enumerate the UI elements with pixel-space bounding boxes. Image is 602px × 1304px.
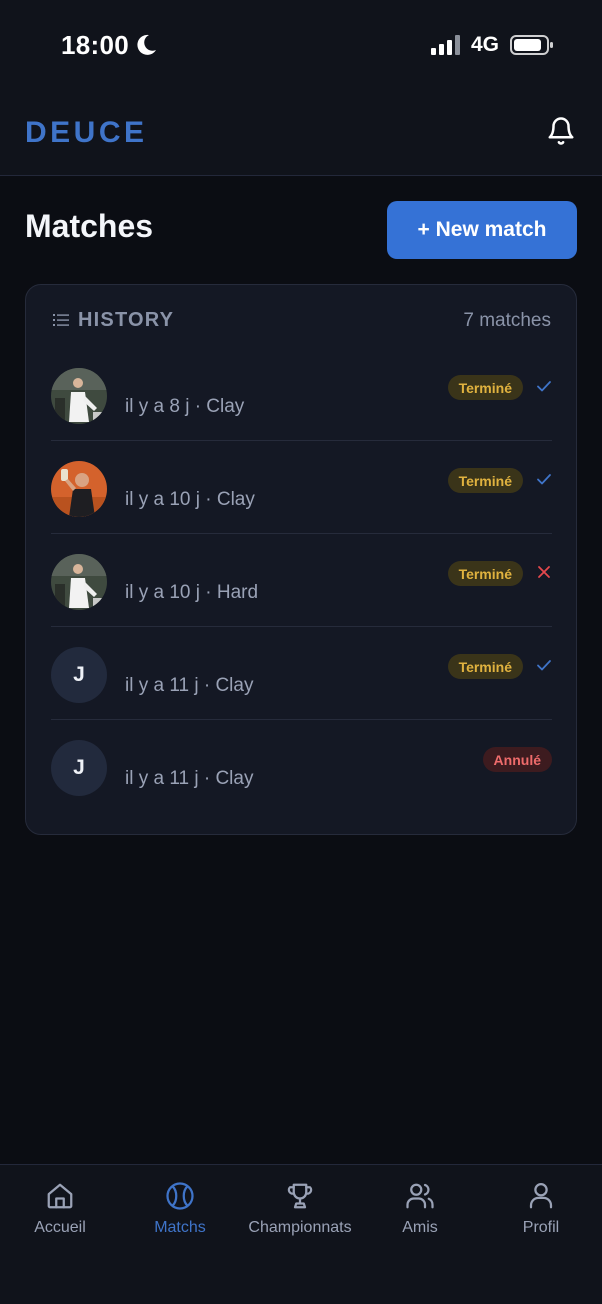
- check-icon: [537, 660, 551, 671]
- history-title: HISTORY: [78, 309, 175, 331]
- nav-item-championnats[interactable]: Championnats: [240, 1181, 360, 1257]
- nav-label: Championnats: [248, 1219, 352, 1236]
- network-label: 4G: [471, 33, 500, 56]
- avatar-initial: J: [51, 647, 107, 703]
- signal-icon: [431, 35, 460, 55]
- history-card: HISTORY 7 matches il y a 8 j · Clay Term…: [25, 284, 577, 835]
- nav-label: Accueil: [34, 1219, 86, 1236]
- status-badge: Terminé: [447, 654, 523, 679]
- match-row[interactable]: J il y a 11 j · Clay Terminé: [51, 627, 552, 720]
- nav-label: Matchs: [154, 1219, 206, 1236]
- match-row[interactable]: il y a 10 j · Hard Terminé: [51, 534, 552, 627]
- user-icon: [529, 1183, 553, 1209]
- tennis-ball-icon: [166, 1182, 194, 1210]
- battery-icon: [510, 35, 553, 55]
- status-badge: Terminé: [447, 375, 523, 400]
- list-icon: [53, 314, 69, 326]
- match-meta: il y a 10 j · Clay: [125, 489, 255, 510]
- users-icon: [406, 1183, 434, 1209]
- nav-label: Profil: [522, 1219, 560, 1236]
- status-time: 18:00: [61, 30, 129, 60]
- home-icon: [47, 1183, 73, 1209]
- match-meta: il y a 10 j · Hard: [125, 582, 259, 603]
- nav-item-matchs[interactable]: Matchs: [120, 1181, 240, 1257]
- avatar: [51, 554, 107, 610]
- match-count: 7 matches: [463, 310, 551, 331]
- status-bar: 18:00 4G: [0, 0, 602, 90]
- nav-item-amis[interactable]: Amis: [360, 1181, 480, 1257]
- bottom-nav: Accueil Matchs Championnats Amis Profil: [0, 1164, 602, 1304]
- avatar-initial: J: [51, 740, 107, 796]
- match-meta: il y a 11 j · Clay: [125, 675, 254, 696]
- cross-icon: [538, 566, 550, 578]
- match-meta: il y a 11 j · Clay: [125, 768, 254, 789]
- status-badge: Terminé: [447, 468, 523, 493]
- match-row[interactable]: il y a 8 j · Clay Terminé: [51, 348, 552, 441]
- trophy-icon: [287, 1183, 313, 1209]
- match-row[interactable]: il y a 10 j · Clay Terminé: [51, 441, 552, 534]
- check-icon: [537, 381, 551, 392]
- status-badge: Annulé: [482, 747, 552, 772]
- nav-item-profil[interactable]: Profil: [481, 1181, 601, 1257]
- bell-icon[interactable]: [546, 116, 576, 146]
- matches-screen: 18:00 4G DEUCE Matches + New match HISTO…: [0, 0, 602, 1304]
- nav-label: Amis: [402, 1219, 438, 1236]
- avatar: [51, 461, 107, 517]
- avatar: [51, 368, 107, 424]
- check-icon: [537, 474, 551, 485]
- app-header: DEUCE: [0, 90, 602, 176]
- new-match-button[interactable]: + New match: [387, 201, 577, 259]
- moon-icon: [137, 34, 156, 55]
- status-badge: Terminé: [447, 561, 523, 586]
- match-row[interactable]: J il y a 11 j · Clay Annulé: [51, 720, 552, 813]
- page-title: Matches: [25, 208, 154, 244]
- nav-item-accueil[interactable]: Accueil: [0, 1181, 120, 1257]
- match-meta: il y a 8 j · Clay: [125, 396, 245, 417]
- app-logo: DEUCE: [25, 116, 148, 149]
